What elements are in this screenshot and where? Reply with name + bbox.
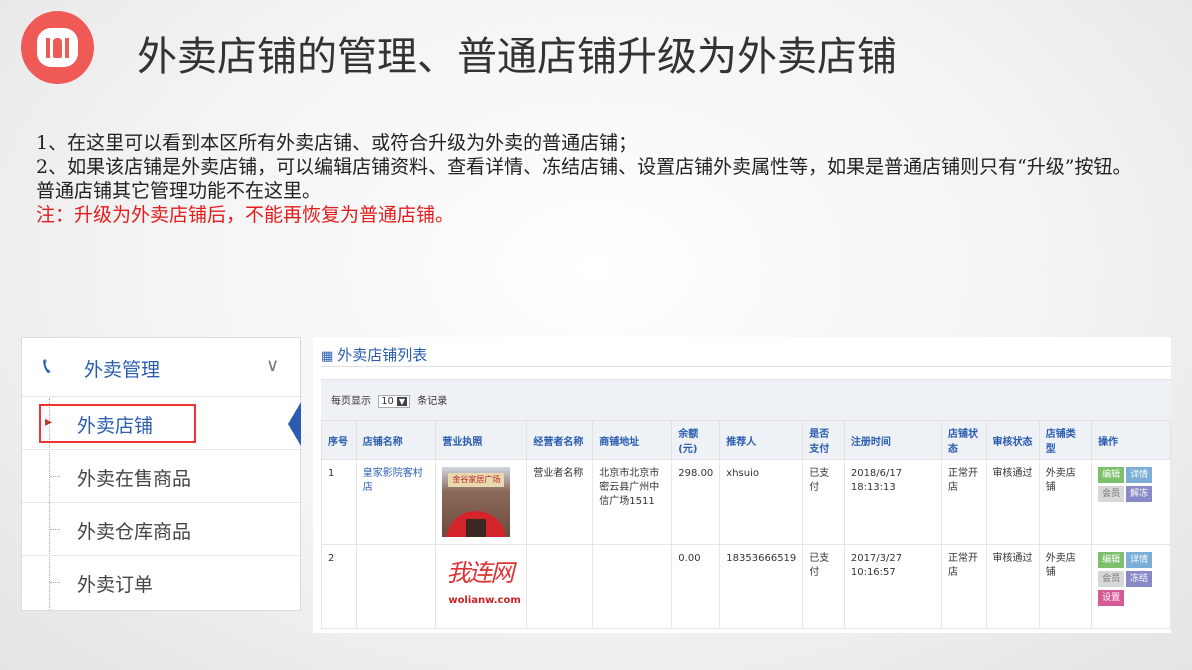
member-button[interactable]: 会员 [1098, 486, 1125, 502]
sidebar-item-warehouse-goods[interactable]: 外卖仓库商品 [22, 504, 300, 556]
cell-audit: 审核通过 [985, 459, 1040, 545]
chevron-down-icon[interactable]: ∨ [266, 355, 279, 376]
panel-title: ▦ 外卖店铺列表 [321, 344, 427, 365]
detail-button[interactable]: 详情 [1126, 467, 1153, 483]
tree-branch [50, 476, 60, 477]
tree-branch [50, 582, 60, 583]
cell-owner [526, 544, 594, 629]
cell-referrer: 18353666519 [719, 544, 804, 629]
freeze-button[interactable]: 冻结 [1126, 571, 1153, 587]
cell-owner: 营业者名称 [526, 459, 594, 545]
cell-ops: 编辑 详情 会员 解冻 [1091, 459, 1171, 545]
member-button[interactable]: 会员 [1098, 571, 1125, 587]
edit-button[interactable]: 编辑 [1098, 467, 1125, 483]
cell-type: 外卖店铺 [1038, 459, 1093, 545]
col-header: 注册时间 [843, 420, 943, 460]
col-header: 店铺类型 [1038, 420, 1093, 460]
unfreeze-button[interactable]: 解冻 [1126, 486, 1153, 502]
sidebar-menu: 📞︎ 外卖管理 ∨ ▸ 外卖店铺 外卖在售商品 外卖仓库商品 外卖订单 [21, 337, 301, 611]
col-header: 商铺地址 [592, 420, 673, 460]
divider [321, 366, 1171, 367]
cell-reg-time: 2018/6/17 18:13:13 [843, 459, 943, 545]
shop-table: 序号 店铺名称 营业执照 经营者名称 商铺地址 余额(元) 推荐人 是否支付 注… [321, 420, 1171, 629]
door-shape [466, 519, 487, 537]
table-row: 1 皇家影院客村店 金谷家居广场 营业者名称 北京市北京市密云县广州中信广场15… [321, 459, 1171, 545]
sidebar-item-label: 外卖仓库商品 [77, 521, 192, 543]
license-image[interactable]: 金谷家居广场 [442, 467, 511, 537]
slide-title: 外卖店铺的管理、普通店铺升级为外卖店铺 [137, 34, 897, 80]
page-size-value: 10 [381, 396, 394, 407]
chevron-down-icon: ▼ [396, 397, 408, 406]
desc-line-2: 2、如果该店铺是外卖店铺，可以编辑店铺资料、查看详情、冻结店铺、设置店铺外卖属性… [36, 156, 1132, 202]
cell-reg-time: 2017/3/27 10:16:57 [843, 544, 943, 629]
col-header: 序号 [321, 420, 357, 460]
panel-title-text: 外卖店铺列表 [337, 346, 428, 364]
col-header: 店铺名称 [355, 420, 437, 460]
shop-name-link[interactable] [355, 544, 437, 629]
col-header: 推荐人 [719, 420, 804, 460]
grid-icon: ▦ [321, 349, 334, 364]
cell-type: 外卖店铺 [1038, 544, 1093, 629]
cell-status: 正常开店 [941, 459, 987, 545]
desc-note: 注：升级为外卖店铺后，不能再恢复为普通店铺。 [36, 204, 455, 226]
cell-no: 2 [321, 544, 357, 629]
detail-button[interactable]: 详情 [1126, 552, 1153, 568]
active-indicator [288, 402, 301, 446]
license-sign-text: 金谷家居广场 [448, 473, 505, 487]
table-row: 2 我连网 wolianw.com 0.00 18353666519 已支付 2… [321, 544, 1171, 629]
cell-license: 金谷家居广场 [435, 459, 528, 545]
col-header: 是否支付 [802, 420, 845, 460]
col-header: 余额(元) [671, 420, 721, 460]
license-logo-text: 我连网 [446, 559, 514, 587]
cell-license: 我连网 wolianw.com [435, 544, 528, 629]
col-header: 经营者名称 [526, 420, 594, 460]
col-header: 操作 [1091, 420, 1171, 460]
license-image[interactable]: 我连网 wolianw.com [442, 552, 520, 608]
cell-balance: 0.00 [671, 544, 721, 629]
license-logo-url: wolianw.com [448, 595, 521, 606]
sidebar-item-orders[interactable]: 外卖订单 [22, 557, 300, 609]
phone-icon: 📞︎ [43, 354, 51, 379]
col-header: 店铺状态 [941, 420, 987, 460]
cell-status: 正常开店 [941, 544, 987, 629]
app-logo [21, 11, 94, 84]
desc-line-1: 1、在这里可以看到本区所有外卖店铺、或符合升级为外卖的普通店铺； [36, 132, 638, 154]
shop-name-link[interactable]: 皇家影院客村店 [355, 459, 437, 545]
cell-audit: 审核通过 [985, 544, 1040, 629]
tree-branch [50, 529, 60, 530]
settings-button[interactable]: 设置 [1098, 590, 1125, 606]
sidebar-item-label: 外卖订单 [77, 574, 154, 596]
highlight-box [39, 404, 196, 443]
cell-address [592, 544, 673, 629]
cell-ops: 编辑 详情 会员 冻结 设置 [1091, 544, 1171, 629]
col-header: 审核状态 [985, 420, 1040, 460]
slide-description: 1、在这里可以看到本区所有外卖店铺、或符合升级为外卖的普通店铺； 2、如果该店铺… [36, 131, 1146, 227]
cell-address: 北京市北京市密云县广州中信广场1511 [592, 459, 673, 545]
table-header-row: 序号 店铺名称 营业执照 经营者名称 商铺地址 余额(元) 推荐人 是否支付 注… [321, 420, 1171, 460]
edit-button[interactable]: 编辑 [1098, 552, 1125, 568]
shop-list-panel: ▦ 外卖店铺列表 每页显示 10 ▼ 条记录 序号 店铺名称 营业执照 经营者名称 … [313, 337, 1171, 633]
sidebar-item-on-sale-goods[interactable]: 外卖在售商品 [22, 451, 300, 503]
page-size-suffix: 条记录 [417, 396, 448, 407]
col-header: 营业执照 [435, 420, 528, 460]
sidebar-group-header[interactable]: 📞︎ 外卖管理 ∨ [22, 338, 300, 397]
cell-paid: 已支付 [802, 459, 845, 545]
cell-no: 1 [321, 459, 357, 545]
sidebar-group-label: 外卖管理 [84, 359, 161, 381]
table-toolbar: 每页显示 10 ▼ 条记录 [321, 379, 1171, 421]
cell-referrer: xhsuio [719, 459, 804, 545]
cell-balance: 298.00 [671, 459, 721, 545]
page-size-select[interactable]: 10 ▼ [378, 395, 411, 408]
page-size-prefix: 每页显示 [331, 396, 371, 407]
cell-paid: 已支付 [802, 544, 845, 629]
sidebar-item-label: 外卖在售商品 [77, 468, 192, 490]
